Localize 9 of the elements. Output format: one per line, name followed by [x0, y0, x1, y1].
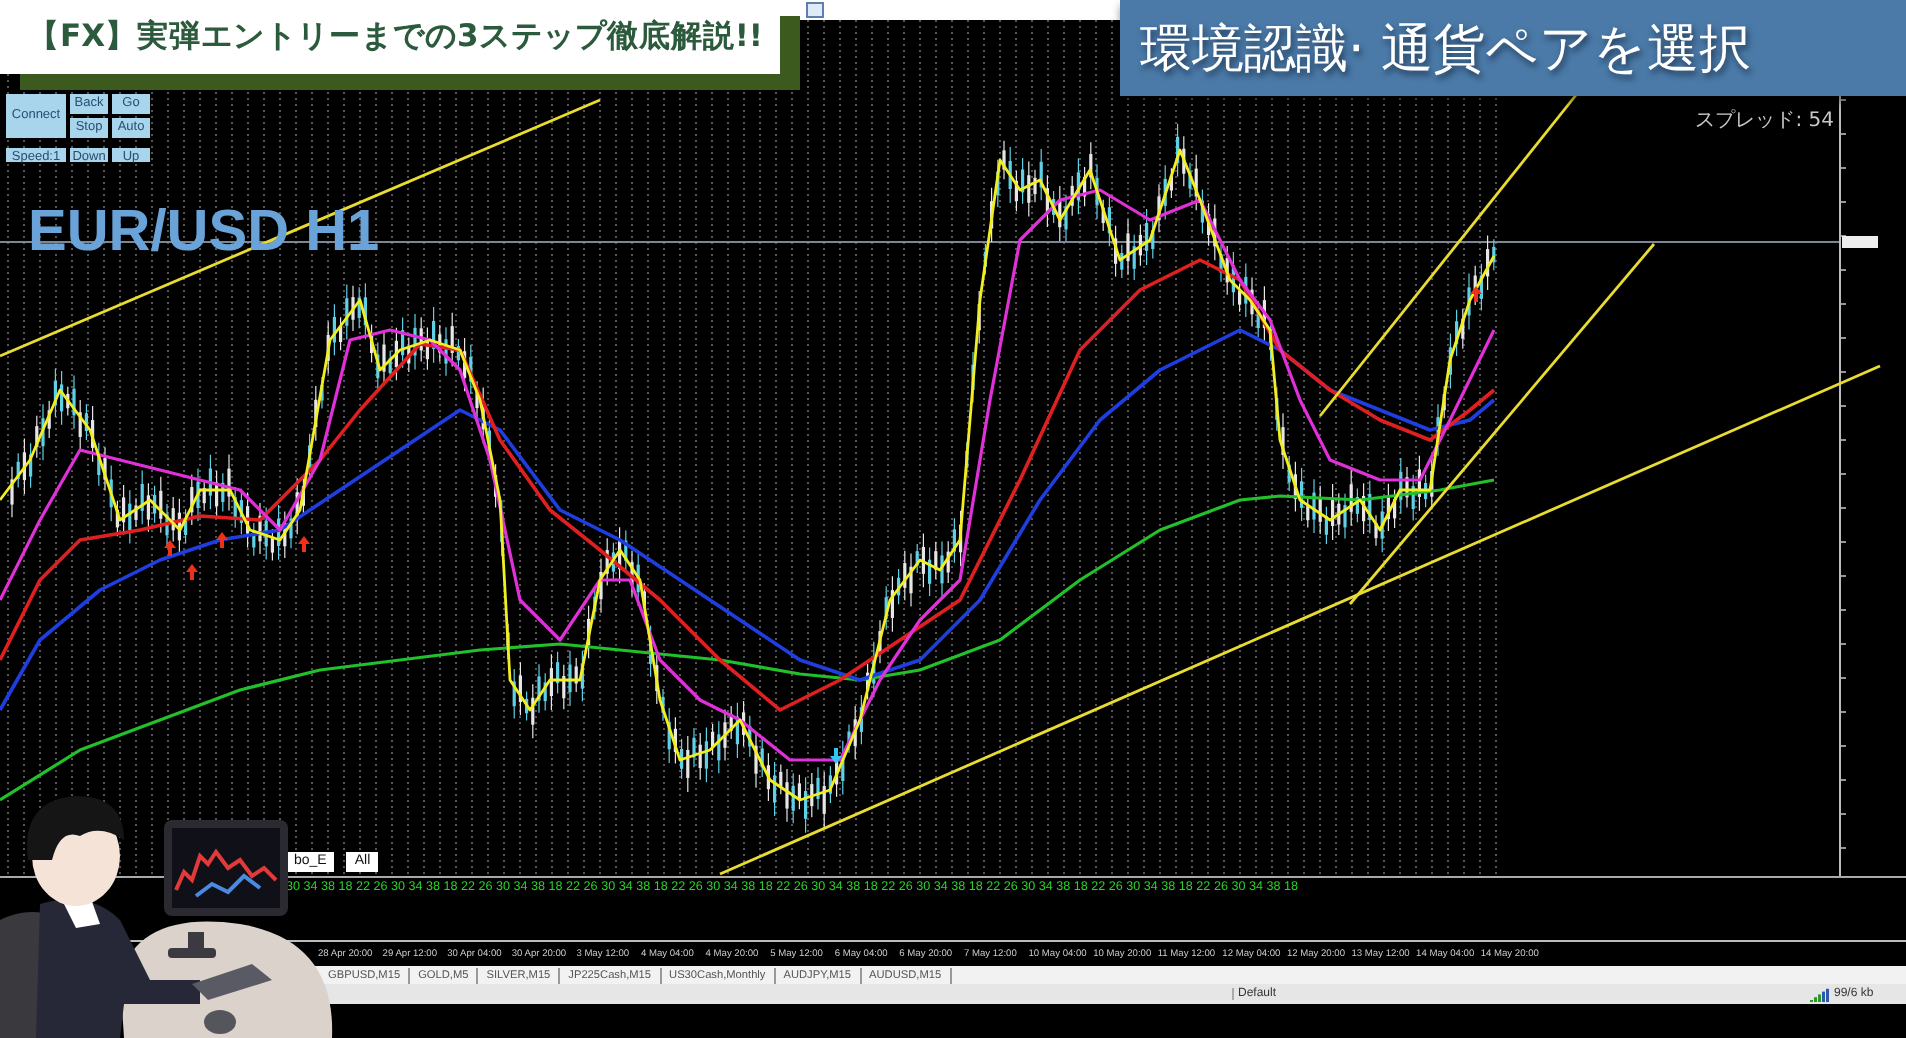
- sell-arrow-icon: [830, 748, 842, 764]
- price-marker: [1842, 236, 1878, 248]
- spread-label: スプレッド: 54: [1695, 107, 1834, 134]
- buy-arrow-icon: [216, 532, 228, 548]
- buy-arrow-icon: [1470, 286, 1482, 302]
- buy-arrow-icon: [298, 536, 310, 552]
- step-caption-banner: 環境認識· 通貨ペアを選択: [1120, 0, 1906, 96]
- connection-bars-icon: [1810, 987, 1830, 1001]
- window-icon[interactable]: [806, 2, 824, 18]
